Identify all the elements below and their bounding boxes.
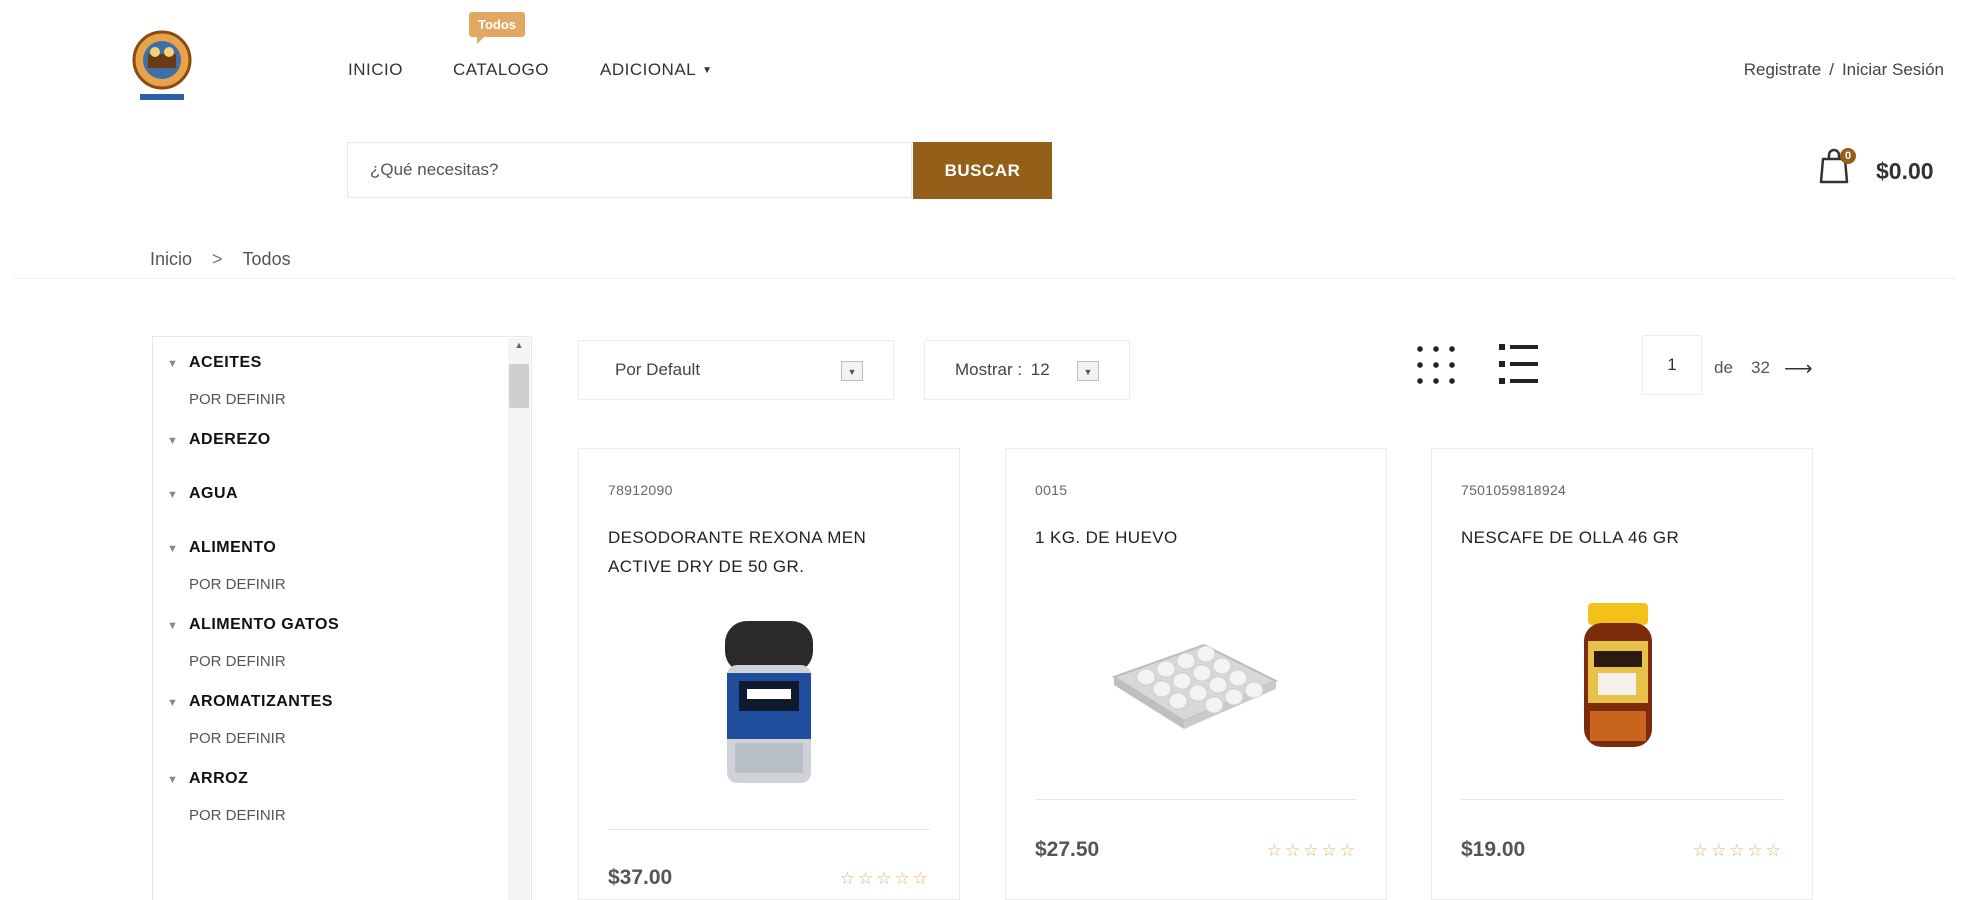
product-price: $27.50 [1035, 838, 1100, 861]
product-sku: 7501059818924 [1461, 482, 1567, 498]
category-agua[interactable]: ▼ AGUA [167, 482, 531, 506]
grid-view-icon[interactable] [1415, 344, 1457, 386]
product-card[interactable]: 0015 1 KG. DE HUEVO $27.50 ☆☆☆☆☆ [1005, 448, 1387, 900]
next-page-arrow-icon[interactable]: ⟶ [1784, 356, 1813, 381]
category-item: ▼ ALIMENTO POR DEFINIR [167, 536, 531, 597]
auth-separator: / [1829, 60, 1834, 79]
product-name[interactable]: 1 KG. DE HUEVO [1035, 523, 1355, 552]
category-label: ALIMENTO GATOS [189, 616, 340, 633]
login-link[interactable]: Iniciar Sesión [1842, 60, 1944, 79]
register-link[interactable]: Registrate [1744, 60, 1821, 79]
category-label: ACEITES [189, 354, 262, 371]
chevron-down-icon: ▼ [1077, 361, 1099, 381]
scroll-up-icon[interactable]: ▲ [508, 340, 530, 352]
sort-select[interactable]: Por Default ▼ [578, 340, 894, 400]
category-label: ADEREZO [189, 431, 271, 448]
product-price: $37.00 [608, 866, 673, 889]
cart-count-badge: 0 [1840, 148, 1856, 164]
category-item: ▼ ACEITES POR DEFINIR [167, 351, 531, 412]
card-divider [608, 829, 930, 830]
nav-adicional[interactable]: ADICIONAL ▼ [600, 60, 713, 80]
chevron-down-icon: ▼ [702, 65, 713, 77]
category-alimento-gatos[interactable]: ▼ ALIMENTO GATOS [167, 613, 531, 637]
nav-catalogo[interactable]: CATALOGO [453, 60, 549, 80]
product-card[interactable]: 7501059818924 NESCAFE DE OLLA 46 GR $19.… [1431, 448, 1813, 900]
page-number-input[interactable] [1642, 335, 1702, 395]
subcategory-link[interactable]: POR DEFINIR [189, 727, 531, 751]
category-label: AGUA [189, 485, 239, 502]
header-divider [14, 278, 1955, 279]
rating-stars-icon[interactable]: ☆☆☆☆☆ [1693, 841, 1784, 861]
chevron-down-icon: ▼ [167, 620, 179, 632]
category-aderezo[interactable]: ▼ ADEREZO [167, 428, 531, 452]
show-value: 12 [1030, 360, 1050, 379]
chevron-down-icon: ▼ [167, 543, 179, 555]
list-view-icon[interactable] [1497, 342, 1541, 386]
catalog-badge: Todos [469, 12, 526, 44]
category-sidebar: ▼ ACEITES POR DEFINIR ▼ ADEREZO ▼ AGUA ▼ ALI… [152, 336, 532, 900]
coffee-jar-image[interactable] [1582, 601, 1654, 756]
breadcrumb-inicio[interactable]: Inicio [150, 249, 192, 269]
product-card[interactable]: 78912090 DESODORANTE REXONA MEN ACTIVE D… [578, 448, 960, 900]
category-label: ARROZ [189, 770, 249, 787]
show-count-select[interactable]: Mostrar : 12 ▼ [924, 340, 1130, 400]
auth-links: Registrate / Iniciar Sesión [1744, 60, 1944, 80]
product-sku: 78912090 [608, 482, 673, 498]
breadcrumb-todos: Todos [242, 249, 291, 269]
show-label: Mostrar : [955, 360, 1023, 379]
product-name[interactable]: NESCAFE DE OLLA 46 GR [1461, 523, 1781, 552]
category-item: ▼ ALIMENTO GATOS POR DEFINIR [167, 613, 531, 674]
chevron-down-icon: ▼ [167, 358, 179, 370]
category-item: ▼ ARROZ POR DEFINIR [167, 767, 531, 828]
category-arroz[interactable]: ▼ ARROZ [167, 767, 531, 791]
nav-adicional-label: ADICIONAL [600, 60, 697, 79]
category-item: ▼ ADEREZO [167, 428, 531, 452]
breadcrumb: Inicio > Todos [150, 249, 291, 270]
card-divider [1035, 799, 1357, 800]
category-alimento[interactable]: ▼ ALIMENTO [167, 536, 531, 560]
scrollbar-thumb[interactable] [509, 364, 529, 408]
store-logo-icon[interactable] [130, 30, 194, 106]
page-of-label: de [1714, 358, 1733, 377]
sidebar-scrollbar[interactable] [508, 338, 530, 900]
subcategory-link[interactable]: POR DEFINIR [189, 804, 531, 828]
chevron-down-icon: ▼ [841, 361, 863, 381]
page-total: 32 [1751, 358, 1770, 377]
deodorant-image[interactable] [717, 615, 821, 794]
chevron-down-icon: ▼ [167, 774, 179, 786]
subcategory-link[interactable]: POR DEFINIR [189, 650, 531, 674]
rating-stars-icon[interactable]: ☆☆☆☆☆ [840, 869, 931, 889]
cart-total[interactable]: $0.00 [1876, 158, 1934, 185]
breadcrumb-separator: > [212, 249, 223, 269]
subcategory-link[interactable]: POR DEFINIR [189, 388, 531, 412]
category-label: AROMATIZANTES [189, 693, 333, 710]
subcategory-link[interactable]: POR DEFINIR [189, 573, 531, 597]
category-label: ALIMENTO [189, 539, 277, 556]
sort-value: Por Default [615, 360, 701, 379]
category-item: ▼ AROMATIZANTES POR DEFINIR [167, 690, 531, 751]
category-aceites[interactable]: ▼ ACEITES [167, 351, 531, 375]
product-price: $19.00 [1461, 838, 1526, 861]
product-sku: 0015 [1035, 482, 1068, 498]
search-input[interactable] [348, 143, 911, 197]
nav-inicio[interactable]: INICIO [348, 60, 403, 80]
category-item: ▼ AGUA [167, 482, 531, 506]
category-list: ▼ ACEITES POR DEFINIR ▼ ADEREZO ▼ AGUA ▼ ALI… [153, 337, 531, 828]
search-button[interactable]: BUSCAR [913, 142, 1052, 199]
chevron-down-icon: ▼ [167, 435, 179, 447]
card-divider [1461, 799, 1783, 800]
chevron-down-icon: ▼ [167, 697, 179, 709]
search-box [347, 142, 912, 198]
rating-stars-icon[interactable]: ☆☆☆☆☆ [1267, 841, 1358, 861]
egg-tray-image[interactable] [1104, 629, 1284, 744]
category-aromatizantes[interactable]: ▼ AROMATIZANTES [167, 690, 531, 714]
chevron-down-icon: ▼ [167, 489, 179, 501]
product-name[interactable]: DESODORANTE REXONA MEN ACTIVE DRY DE 50 … [608, 523, 928, 581]
